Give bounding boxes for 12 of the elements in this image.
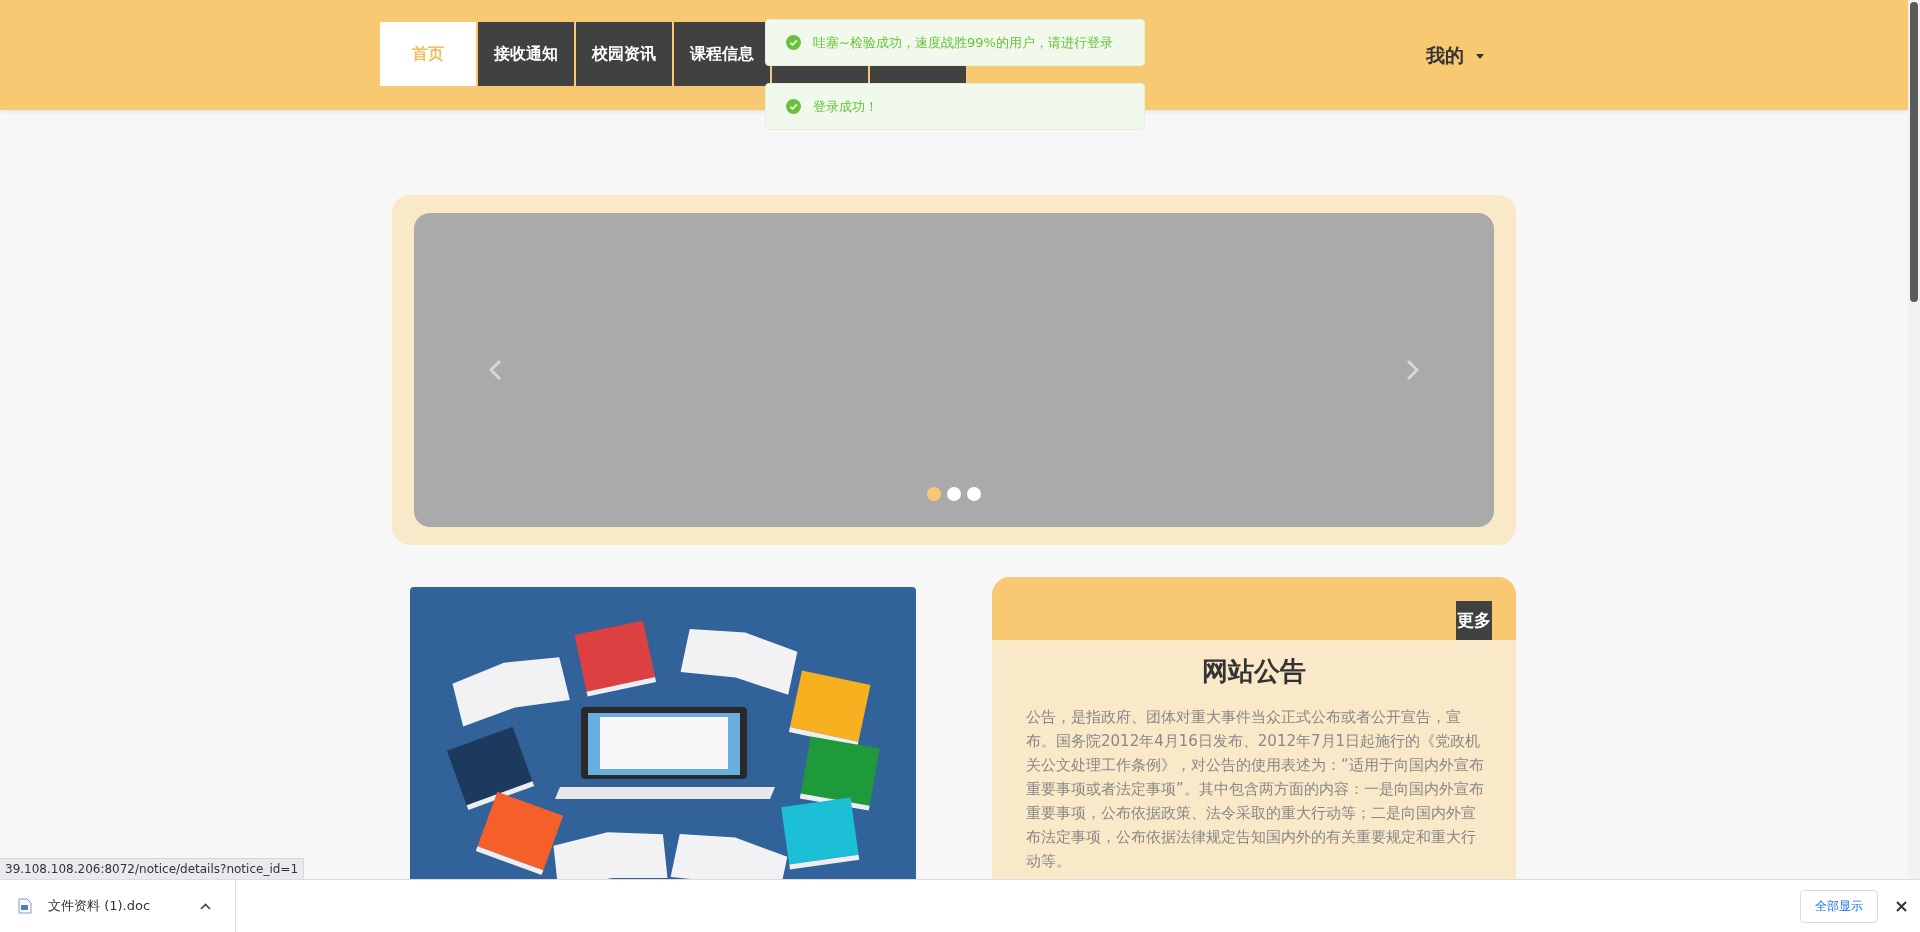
download-file-name[interactable]: 文件资料 (1).doc: [48, 897, 184, 915]
toast-message: 登录成功！: [813, 97, 878, 116]
notice-title: 网站公告: [1201, 655, 1307, 688]
toast-message: 哇塞~检验成功，速度战胜99%的用户，请进行登录: [813, 33, 1113, 52]
nav-tab[interactable]: 校园资讯: [576, 22, 672, 86]
nav-tab[interactable]: 接收通知: [478, 22, 574, 86]
show-all-button[interactable]: 全部显示: [1800, 889, 1878, 923]
more-button[interactable]: 更多: [1456, 601, 1492, 640]
user-menu[interactable]: 我的: [1420, 42, 1490, 70]
nav-tab[interactable]: 课程信息: [674, 22, 770, 86]
status-url: 39.108.108.206:8072/notice/details?notice_id=1: [0, 858, 304, 879]
notice-text: 公告，是指政府、团体对重大事件当众正式公布或者公开宣告，宣布。国务院2012年4月16日发布、2012年7月1日起施行的《党政机关公文处理工作条例》，对公告的使用表述为：“适用于向国内外宣布重要事项或者法定事项”。其中包含两方面的内容：一是向国内外宣布重要事项，公布依据政策、法令采取的重大行动等；二是向国内外宣布法定事项，公布依据法律规定告知国内外的有关重要规定和重大行动等。: [1025, 707, 1485, 872]
